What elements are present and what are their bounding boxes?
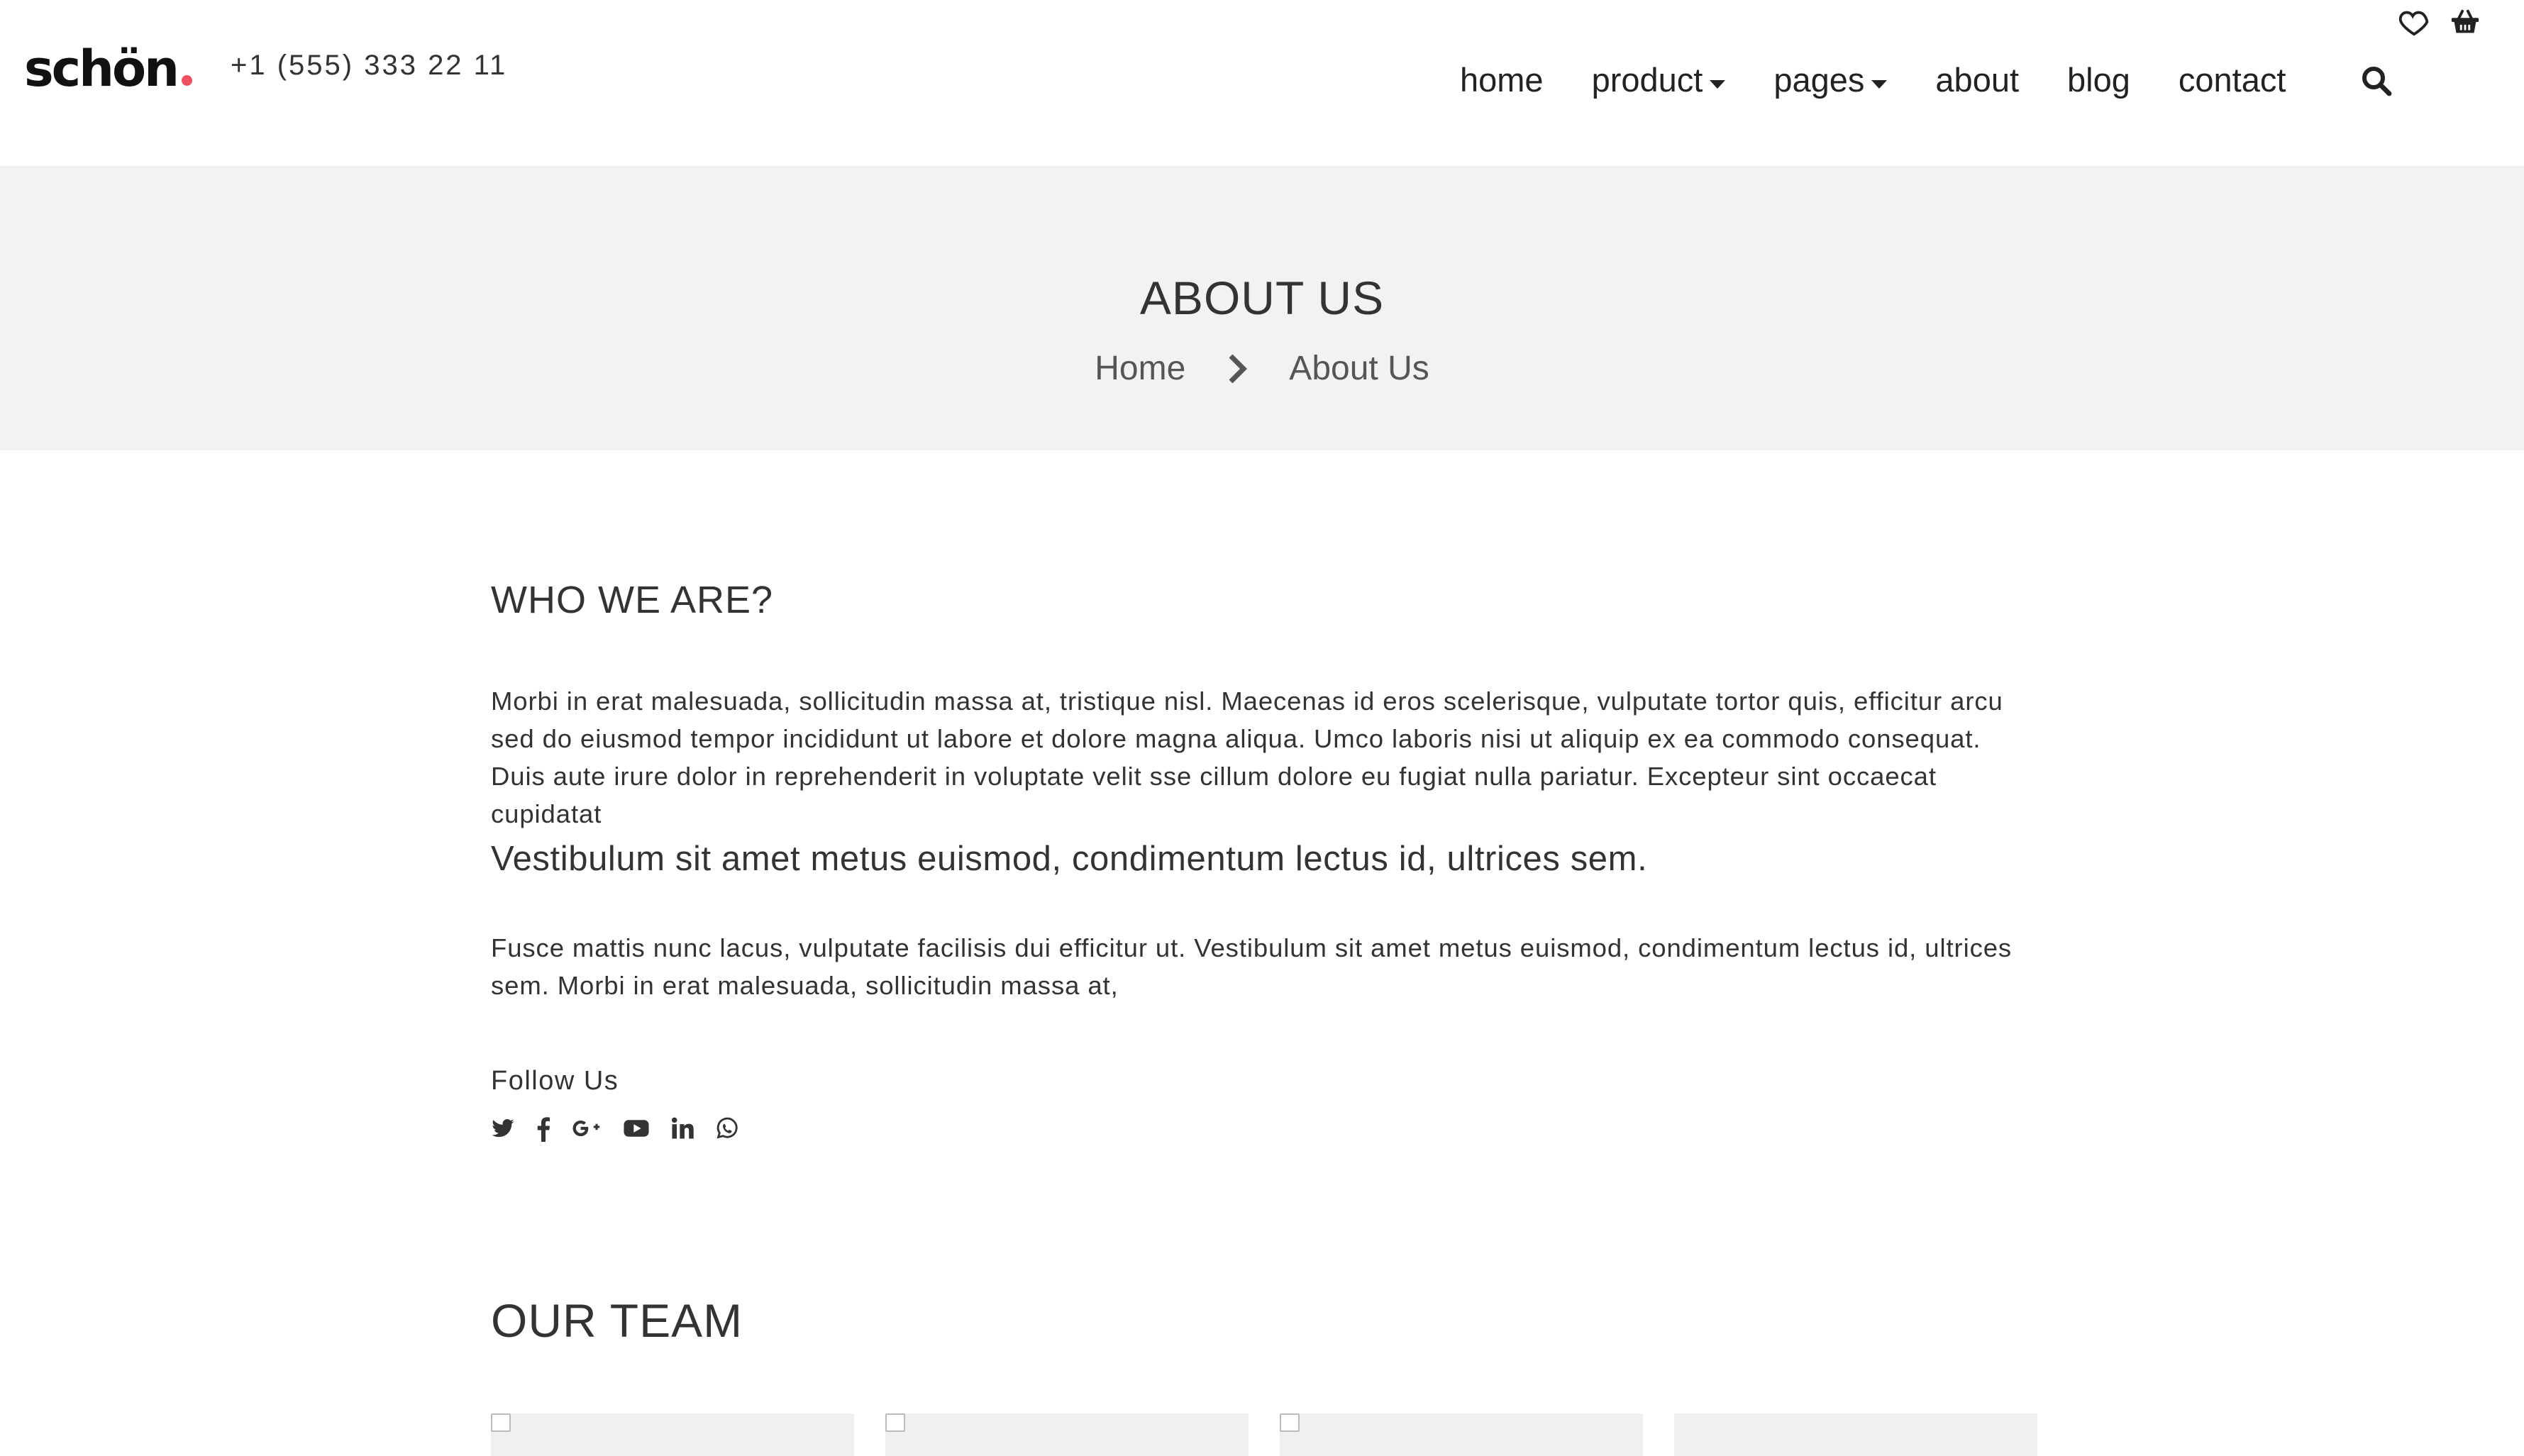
- nav-home[interactable]: home: [1460, 58, 1544, 102]
- about-paragraph-1: Morbi in erat malesuada, sollicitudin ma…: [491, 687, 2003, 828]
- facebook-icon[interactable]: [536, 1116, 550, 1143]
- broken-image-icon: [491, 1413, 511, 1432]
- team-member-card[interactable]: [885, 1413, 1249, 1456]
- header-actions: [2398, 6, 2481, 38]
- nav-pages[interactable]: pages: [1773, 58, 1888, 102]
- youtube-icon[interactable]: [623, 1116, 650, 1143]
- social-links: [491, 1116, 760, 1143]
- nav-about-label: about: [1935, 61, 2020, 99]
- nav-about[interactable]: about: [1935, 58, 2019, 102]
- team-member-card[interactable]: [1280, 1413, 1643, 1456]
- team-member-card[interactable]: [1674, 1413, 2037, 1456]
- breadcrumb: Home About Us: [0, 348, 2524, 390]
- logo-dot: [181, 75, 192, 86]
- our-team-heading: OUR TEAM: [491, 1294, 743, 1347]
- logo[interactable]: schön: [24, 37, 192, 101]
- nav-blog-label: blog: [2067, 61, 2130, 99]
- twitter-icon[interactable]: [491, 1116, 515, 1143]
- nav-product[interactable]: product: [1592, 58, 1726, 102]
- logo-text: schön: [24, 40, 179, 98]
- breadcrumb-current: About Us: [1289, 350, 1429, 387]
- nav-pages-label: pages: [1773, 61, 1865, 99]
- broken-image-icon: [1280, 1413, 1300, 1432]
- google-plus-icon[interactable]: [572, 1116, 602, 1143]
- nav-contact-label: contact: [2178, 61, 2286, 99]
- page-title: ABOUT US: [1139, 272, 1385, 324]
- who-we-are-heading: WHO WE ARE?: [491, 579, 774, 621]
- whatsapp-icon[interactable]: [715, 1116, 739, 1143]
- main-nav: home product pages about blog contact: [1460, 58, 2334, 102]
- phone-number: +1 (555) 333 22 11: [231, 50, 508, 81]
- about-lead-text: Vestibulum sit amet metus euismod, condi…: [491, 840, 1648, 878]
- heart-icon[interactable]: [2398, 6, 2430, 38]
- chevron-right-icon: [1227, 352, 1248, 386]
- about-paragraph-2: Fusce mattis nunc lacus, vulputate facil…: [491, 933, 2013, 1000]
- team-member-card[interactable]: [491, 1413, 854, 1456]
- linkedin-icon[interactable]: [671, 1116, 694, 1143]
- site-header: schön +1 (555) 333 22 11 home product pa…: [0, 0, 2524, 166]
- chevron-down-icon: [1871, 80, 1888, 89]
- search-icon[interactable]: [2359, 64, 2393, 98]
- follow-us-label: Follow Us: [491, 1066, 619, 1096]
- breadcrumb-home[interactable]: Home: [1095, 348, 1185, 390]
- nav-home-label: home: [1460, 61, 1544, 99]
- broken-image-icon: [885, 1413, 905, 1432]
- team-grid: [491, 1413, 2037, 1456]
- nav-contact[interactable]: contact: [2179, 58, 2286, 102]
- basket-icon[interactable]: [2449, 6, 2481, 38]
- nav-blog[interactable]: blog: [2067, 58, 2130, 102]
- page-title-banner: ABOUT US Home About Us: [0, 166, 2524, 450]
- chevron-down-icon: [1710, 80, 1726, 89]
- nav-product-label: product: [1591, 61, 1703, 99]
